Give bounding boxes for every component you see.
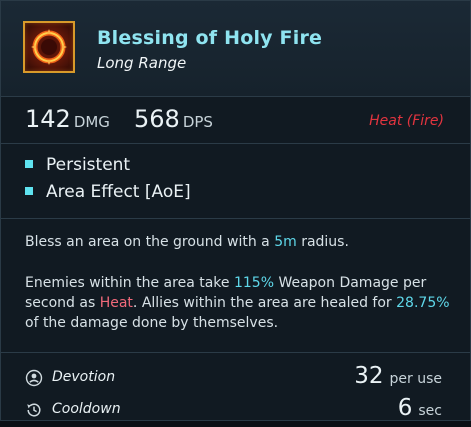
devotion-icon — [25, 369, 43, 387]
desc-text: Bless an area on the ground with a — [25, 234, 275, 250]
desc-text: . Allies within the area are healed for — [132, 295, 397, 311]
cooldown-value: 6 — [397, 395, 413, 421]
bullet-icon — [25, 187, 33, 195]
desc-text: of the damage done by themselves. — [25, 315, 279, 331]
tag-label: Area Effect [AoE] — [46, 182, 191, 202]
desc-text: Enemies within the area take — [25, 275, 234, 291]
damage-unit: DMG — [73, 113, 110, 131]
devotion-value: 32 — [354, 363, 384, 389]
damage-stats: 142 DMG 568 DPS Heat (Fire) — [1, 97, 470, 144]
devotion-cost: 32 per use — [354, 363, 442, 389]
description-line-1: Bless an area on the ground with a 5m ra… — [25, 232, 455, 252]
damage-value: 142 — [25, 105, 71, 133]
weapon-damage-percent: 115% — [233, 275, 274, 291]
damage-element: Heat (Fire) — [369, 113, 444, 129]
holy-fire-ring-icon — [23, 21, 75, 73]
skill-range: Long Range — [97, 54, 187, 72]
dps-stat: 568 DPS — [134, 105, 213, 133]
tag-persistent: Persistent — [25, 155, 130, 175]
divider — [1, 352, 470, 353]
cooldown-icon — [27, 403, 41, 417]
devotion-unit: per use — [389, 371, 443, 387]
divider — [1, 218, 470, 219]
heal-percent: 28.75% — [396, 295, 450, 311]
tag-label: Persistent — [46, 155, 131, 175]
cooldown-cost: 6 sec — [398, 395, 442, 421]
cooldown-row: Cooldown 6 sec — [1, 395, 470, 427]
dps-unit: DPS — [182, 113, 213, 131]
skill-title: Blessing of Holy Fire — [97, 27, 323, 49]
description-paragraph-2: Enemies within the area take 115% Weapon… — [25, 273, 455, 333]
heat-keyword: Heat — [99, 295, 133, 311]
dps-value: 568 — [134, 105, 180, 133]
devotion-label: Devotion — [52, 369, 116, 385]
devotion-row: Devotion 32 per use — [1, 363, 470, 395]
desc-text: radius. — [296, 234, 349, 250]
damage-stat: 142 DMG — [25, 105, 110, 133]
cooldown-unit: sec — [418, 403, 442, 419]
bullet-icon — [25, 160, 33, 168]
skill-tooltip: Blessing of Holy Fire Long Range 142 DMG … — [0, 0, 471, 421]
tooltip-header: Blessing of Holy Fire Long Range — [1, 1, 470, 97]
tag-area-effect: Area Effect [AoE] — [25, 182, 191, 202]
radius-value: 5m — [274, 234, 297, 250]
cooldown-label: Cooldown — [52, 401, 121, 417]
